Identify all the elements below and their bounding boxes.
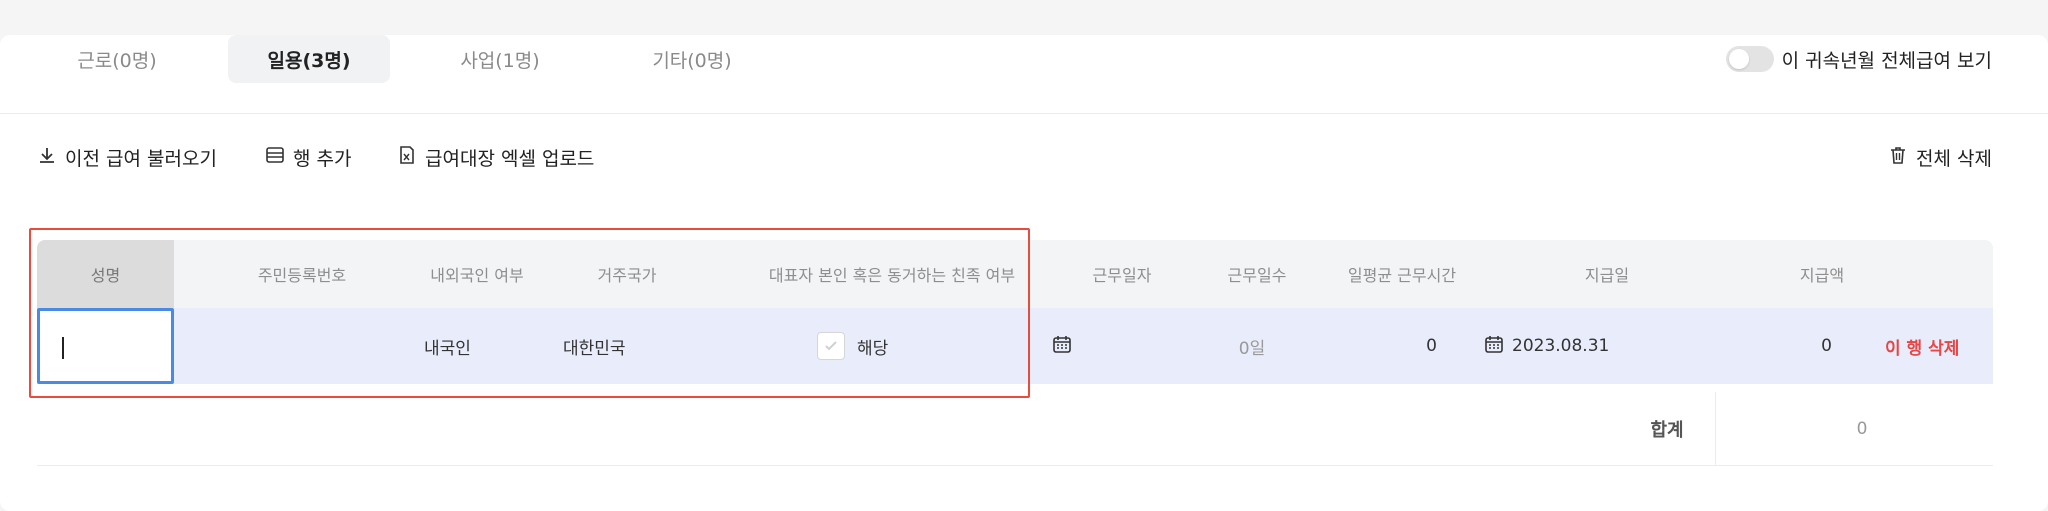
total-label: 합계 [1650, 420, 1684, 441]
calendar-icon [1052, 334, 1072, 359]
header-work-days: 근무일수 [1227, 266, 1287, 285]
list-icon [265, 145, 285, 170]
header-work-date: 근무일자 [1092, 266, 1152, 285]
header-pay-date: 지급일 [1584, 266, 1630, 285]
total-separator [1715, 392, 1716, 466]
delete-all-label: 전체 삭제 [1916, 147, 1992, 170]
work-date-picker[interactable] [1052, 308, 1092, 384]
relative-checkbox-label: 해당 [857, 338, 889, 359]
table-header: 성명 주민등록번호 내외국인 여부 거주국가 대표자 본인 혹은 동거하는 친족… [37, 240, 1993, 308]
load-previous-label: 이전 급여 불러오기 [65, 147, 217, 170]
text-caret [62, 337, 64, 359]
work-days-value: 0일 [1238, 338, 1266, 359]
pay-date-value: 2023.08.31 [1512, 336, 1610, 356]
tab-regular[interactable]: 근로(0명) [36, 35, 198, 83]
add-row-button[interactable]: 행 추가 [265, 142, 351, 172]
download-icon [37, 145, 57, 170]
calendar-icon [1484, 334, 1504, 359]
avg-hours-input[interactable]: 0 [1337, 308, 1437, 384]
nationality-select[interactable]: 내국인 [424, 308, 504, 384]
total-row: 합계 0 [37, 392, 1993, 466]
relative-checkbox-group[interactable]: 해당 [817, 308, 957, 384]
relative-checkbox[interactable] [817, 332, 845, 360]
header-relative: 대표자 본인 혹은 동거하는 친족 여부 [768, 266, 1016, 285]
header-pay-amount: 지급액 [1799, 266, 1845, 285]
upload-excel-label: 급여대장 엑셀 업로드 [425, 147, 595, 170]
table-row: 내국인 대한민국 해당 0일 0 2023.08.31 0 이 행 삭제 [37, 308, 1993, 384]
trash-icon [1888, 145, 1908, 170]
header-divider [0, 113, 2048, 114]
header-resident-no: 주민등록번호 [257, 266, 347, 285]
full-payroll-toggle-label: 이 귀속년월 전체급여 보기 [1781, 49, 1992, 72]
header-country: 거주국가 [597, 266, 657, 285]
tab-daily[interactable]: 일용(3명) [228, 35, 390, 83]
pay-date-picker[interactable]: 2023.08.31 [1484, 308, 1664, 384]
header-nationality: 내외국인 여부 [430, 266, 524, 285]
pay-amount-input[interactable]: 0 [1737, 308, 1832, 384]
tab-other[interactable]: 기타(0명) [611, 35, 773, 83]
name-input[interactable] [37, 308, 174, 384]
tab-business[interactable]: 사업(1명) [419, 35, 581, 83]
country-select[interactable]: 대한민국 [563, 308, 683, 384]
load-previous-button[interactable]: 이전 급여 불러오기 [37, 142, 217, 172]
add-row-label: 행 추가 [293, 147, 352, 170]
full-payroll-toggle[interactable] [1725, 46, 1774, 72]
header-avg-hours: 일평균 근무시간 [1347, 266, 1457, 285]
total-value: 0 [1856, 419, 1868, 439]
header-name: 성명 [37, 240, 174, 308]
excel-file-icon [397, 145, 417, 170]
full-payroll-toggle-group: 이 귀속년월 전체급여 보기 [1725, 45, 1992, 73]
upload-excel-button[interactable]: 급여대장 엑셀 업로드 [397, 142, 594, 172]
delete-all-button[interactable]: 전체 삭제 [1888, 142, 1992, 172]
table-bottom-line [37, 465, 1993, 466]
delete-row-button[interactable]: 이 행 삭제 [1885, 308, 1985, 384]
resident-no-cell[interactable] [212, 308, 392, 384]
check-icon [825, 341, 837, 351]
